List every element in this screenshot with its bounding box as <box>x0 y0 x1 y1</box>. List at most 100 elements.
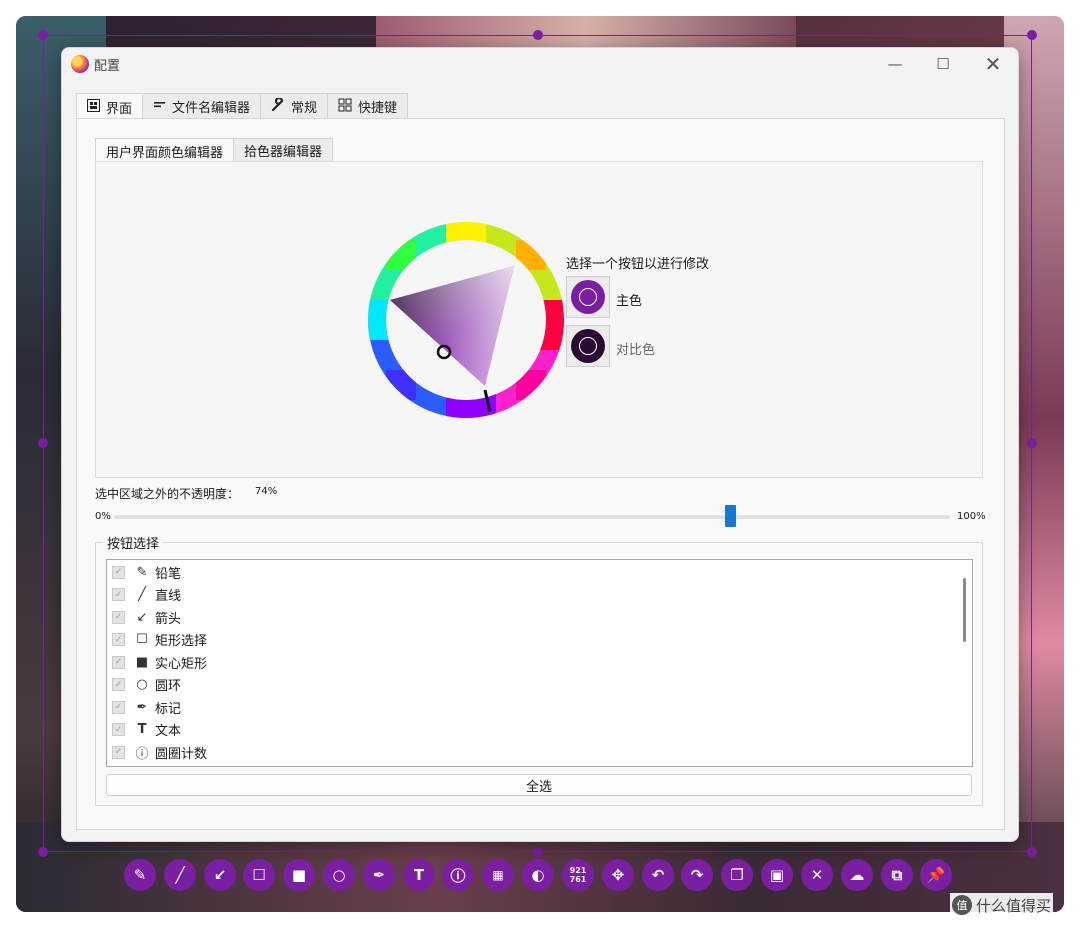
save-button[interactable]: ▣ <box>761 859 793 891</box>
rectangle-filled-icon: ■ <box>291 866 307 884</box>
resize-handle-bottom[interactable] <box>533 847 543 857</box>
redo-button[interactable]: ↷ <box>681 859 713 891</box>
pin-button[interactable]: 📌 <box>920 859 952 891</box>
text-icon: T <box>413 866 425 884</box>
tab-ui-color-editor[interactable]: 用户界面颜色编辑器 <box>95 138 235 163</box>
marker-icon: ✒ <box>372 866 386 884</box>
list-item[interactable]: ✓ T 文本 <box>112 719 181 741</box>
list-item-label: 圆圈计数 <box>155 746 208 762</box>
color-wheel[interactable] <box>366 220 566 420</box>
rectangle-outline-icon: ☐ <box>252 866 266 884</box>
button-selection-title: 按钮选择 <box>103 533 164 552</box>
title-bar[interactable]: 配置 — ☐ ✕ <box>62 48 1018 80</box>
pencil-icon: ✎ <box>133 866 147 884</box>
copy-icon: ❐ <box>730 866 744 884</box>
size-indicator-button[interactable]: 921 761 <box>562 859 594 891</box>
undo-button[interactable]: ↶ <box>642 859 674 891</box>
list-item[interactable]: ✓ ☐ 矩形选择 <box>112 629 207 651</box>
circle-count-icon: ⓘ <box>450 866 466 885</box>
close-button[interactable]: ✕ <box>970 52 1016 76</box>
selection-width: 921 <box>569 866 587 875</box>
main-color-label: 主色 <box>616 294 643 309</box>
tab-general[interactable]: 常规 <box>260 93 329 119</box>
select-all-button[interactable]: 全选 <box>106 774 972 796</box>
opacity-label: 选中区域之外的不透明度： <box>95 487 240 501</box>
resize-handle-bottom-left[interactable] <box>38 847 48 857</box>
main-tab-bar: 界面 文件名编辑器 常规 快捷键 <box>76 93 409 120</box>
checkbox[interactable]: ✓ <box>112 655 125 669</box>
checkbox[interactable]: ✓ <box>112 588 125 601</box>
close-icon: ✕ <box>810 866 824 884</box>
checkbox[interactable]: ✓ <box>112 700 125 714</box>
resize-handle-right[interactable] <box>1027 438 1037 448</box>
checkbox[interactable]: ✓ <box>112 723 125 736</box>
tab-interface[interactable]: 界面 <box>76 93 144 120</box>
tab-label: 常规 <box>291 101 318 116</box>
checkbox[interactable]: ✓ <box>112 565 125 579</box>
minimize-button[interactable]: — <box>872 52 918 76</box>
resize-handle-bottom-right[interactable] <box>1027 847 1037 857</box>
checkbox[interactable]: ✓ <box>112 745 125 759</box>
contrast-color-button[interactable] <box>566 325 610 367</box>
arrow-tool-button[interactable]: ↙ <box>204 859 236 891</box>
list-item[interactable]: ✓ ■ 实心矩形 <box>112 651 207 673</box>
circle-tool-button[interactable]: ○ <box>323 859 355 891</box>
list-item[interactable]: ✓ ✎ 铅笔 <box>112 561 181 583</box>
resize-handle-left[interactable] <box>38 438 48 448</box>
pixelate-tool-button[interactable]: ▦ <box>482 859 514 891</box>
upload-button[interactable]: ☁ <box>841 859 873 891</box>
checkbox[interactable]: ✓ <box>112 610 125 624</box>
list-item[interactable]: ✓ ✒ 标记 <box>112 696 181 718</box>
list-item[interactable]: ✓ ↙ 箭头 <box>112 606 181 628</box>
marker-tool-button[interactable]: ✒ <box>363 859 395 891</box>
rectangle-tool-button[interactable]: ☐ <box>243 859 275 891</box>
opacity-value: 74% <box>255 486 278 497</box>
watermark: 值 什么值得买 <box>950 893 1054 917</box>
interface-icon <box>87 98 100 116</box>
pixelate-icon: ▦ <box>492 868 504 882</box>
tab-filename-editor[interactable]: 文件名编辑器 <box>142 93 262 119</box>
arrow-icon: ↙ <box>213 866 227 884</box>
exit-button[interactable]: ✕ <box>801 859 833 891</box>
checkbox[interactable]: ✓ <box>112 678 125 691</box>
line-icon: ╱ <box>175 866 185 884</box>
arrow-icon: ↙ <box>136 609 148 625</box>
tab-shortcuts[interactable]: 快捷键 <box>327 93 409 119</box>
line-tool-button[interactable]: ╱ <box>164 859 196 891</box>
save-icon: ▣ <box>769 866 785 884</box>
app-launcher-button[interactable]: ⧉ <box>881 859 913 891</box>
circle-outline-icon: ○ <box>332 866 346 884</box>
pick-button-caption: 选择一个按钮以进行修改 <box>566 257 710 272</box>
list-item[interactable]: ✓ ⓘ 圆圈计数 <box>112 741 207 763</box>
filled-rectangle-tool-button[interactable]: ■ <box>283 859 315 891</box>
resize-handle-top-left[interactable] <box>38 30 48 40</box>
circle-count-tool-button[interactable]: ⓘ <box>442 859 474 891</box>
copy-button[interactable]: ❐ <box>721 859 753 891</box>
filename-editor-icon <box>153 98 166 115</box>
list-item[interactable]: ✓ ○ 圆环 <box>112 674 181 696</box>
tab-label: 文件名编辑器 <box>172 101 251 116</box>
resize-handle-top[interactable] <box>533 30 543 40</box>
move-tool-button[interactable]: ✥ <box>602 859 634 891</box>
marker-icon: ✒ <box>136 699 148 715</box>
pencil-tool-button[interactable]: ✎ <box>124 859 156 891</box>
list-scrollbar[interactable] <box>963 578 966 642</box>
circle-outline-icon: ○ <box>136 677 148 692</box>
checkbox[interactable]: ✓ <box>112 633 125 646</box>
main-color-button[interactable] <box>566 276 610 318</box>
maximize-button[interactable]: ☐ <box>920 52 966 76</box>
invert-icon: ◐ <box>531 866 545 884</box>
tab-color-picker-editor[interactable]: 拾色器编辑器 <box>233 138 334 162</box>
watermark-logo-icon: 值 <box>952 895 972 915</box>
button-list[interactable]: ✓ ✎ 铅笔 ✓ ╱ 直线 ✓ ↙ 箭头 ✓ ☐ 矩形选择 ✓ ■ 实心矩形 ✓… <box>106 559 973 767</box>
opacity-slider[interactable] <box>114 515 950 519</box>
list-item-label: 直线 <box>155 589 182 604</box>
text-tool-button[interactable]: T <box>403 859 435 891</box>
cloud-upload-icon: ☁ <box>849 866 865 884</box>
opacity-slider-thumb[interactable] <box>725 505 736 527</box>
invert-tool-button[interactable]: ◐ <box>522 859 554 891</box>
resize-handle-top-right[interactable] <box>1027 30 1037 40</box>
color-editor-panel: 选择一个按钮以进行修改 主色 对比色 <box>95 161 983 478</box>
list-item[interactable]: ✓ ╱ 直线 <box>112 584 181 606</box>
list-item-label: 矩形选择 <box>155 634 208 649</box>
